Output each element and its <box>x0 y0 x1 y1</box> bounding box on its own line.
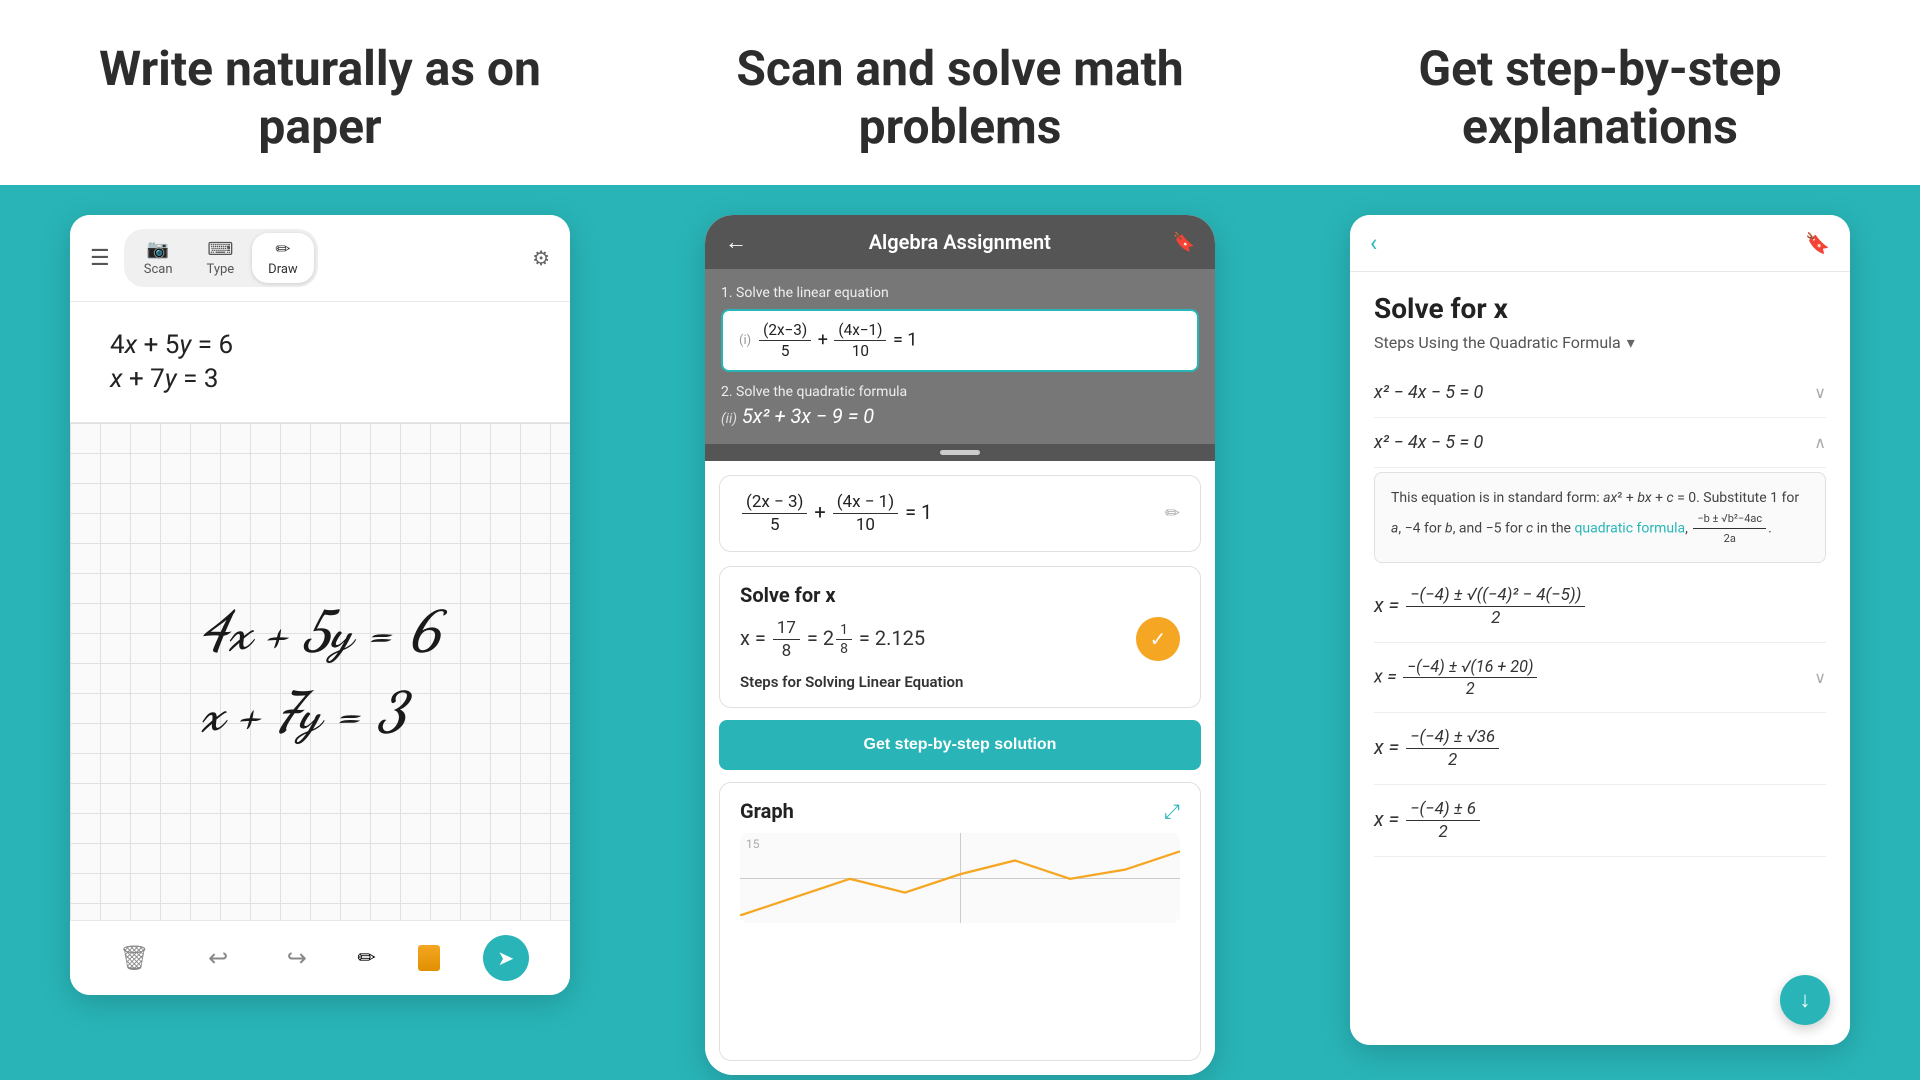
solve-for-title: Solve for x <box>1374 292 1826 325</box>
step-solution-button[interactable]: Get step-by-step solution <box>719 720 1201 770</box>
col3-title: Get step-by-step explanations <box>1320 40 1880 155</box>
col3-body: ‹ 🔖 Solve for x Steps Using the Quadrati… <box>1280 185 1920 1080</box>
graph-card: Graph ⤢ 15 <box>719 782 1201 1061</box>
dropdown-arrow-icon: ▾ <box>1627 333 1635 352</box>
undo-button[interactable]: ↩ <box>200 940 236 977</box>
chevron-down-icon-4: ∨ <box>1814 668 1826 687</box>
steps-nav: ‹ 🔖 <box>1350 215 1850 272</box>
menu-icon: ☰ <box>90 246 110 271</box>
canvas-area[interactable]: 4x + 5y = 6 x + 7y = 3 <box>70 423 570 920</box>
send-button[interactable]: ➤ <box>483 935 529 981</box>
step-row-4[interactable]: x = −(−4) ± √(16 + 20)2 ∨ <box>1374 643 1826 713</box>
drag-pill <box>940 450 980 455</box>
steps-card: ‹ 🔖 Solve for x Steps Using the Quadrati… <box>1350 215 1850 1045</box>
col2-header: Scan and solve math problems <box>640 0 1280 185</box>
scan-icon: 📷 <box>147 239 169 260</box>
problem2-eq: (ii) 5x² + 3x − 9 = 0 <box>721 404 1199 428</box>
step-eq-3: x = −(−4) ± √((−4)² − 4(−5))2 <box>1374 571 1826 643</box>
type-icon: ⌨ <box>207 239 233 260</box>
scroll-down-button[interactable]: ↓ <box>1780 975 1830 1025</box>
draw-label: Draw <box>268 262 298 277</box>
edit-icon: ✏ <box>1165 503 1180 524</box>
draw-pill[interactable]: ✏ Draw <box>252 233 314 283</box>
col1-title: Write naturally as on paper <box>40 40 600 155</box>
steps-dropdown[interactable]: Steps Using the Quadratic Formula ▾ <box>1374 333 1826 352</box>
typed-equations: 4x + 5y = 6 x + 7y = 3 <box>70 302 570 423</box>
steps-content: Solve for x Steps Using the Quadratic Fo… <box>1350 272 1850 1045</box>
typed-eq1: 4x + 5y = 6 <box>110 330 530 360</box>
typed-eq2: x + 7y = 3 <box>110 364 530 394</box>
step-eq-6: x = −(−4) ± 62 <box>1374 785 1826 857</box>
graph-curve <box>740 833 1180 916</box>
solve-card: Solve for x x = 178 = 218 = 2.125 ✓ Step… <box>719 566 1201 708</box>
bookmark-button[interactable]: 🔖 <box>1173 232 1195 253</box>
step-eq-1: x² − 4x − 5 = 0 <box>1374 382 1483 403</box>
type-label: Type <box>207 262 235 277</box>
bottom-toolbar: 🗑 ↩ ↪ ✏ ➤ <box>70 920 570 995</box>
toolbar-left: ☰ 📷 Scan ⌨ Type ✏ Draw <box>90 229 318 287</box>
result-equation-card: (2x − 3) 5 + (4x − 1) 10 = 1 ✏ <box>719 475 1201 552</box>
solve-equation: x = 178 = 218 = 2.125 <box>740 618 925 661</box>
col3-header: Get step-by-step explanations <box>1280 0 1920 185</box>
step-row-2[interactable]: x² − 4x − 5 = 0 ∧ <box>1374 418 1826 468</box>
pencil-icon: ✏ <box>357 946 375 971</box>
bookmark-icon[interactable]: 🔖 <box>1805 231 1830 255</box>
problem1-num: (i) <box>739 333 751 348</box>
handwritten-eq2: x + 7y = 3 <box>200 672 440 753</box>
problem1-label: 1. Solve the linear equation <box>721 285 1199 301</box>
scan-pill[interactable]: 📷 Scan <box>128 233 189 283</box>
toolbar: ☰ 📷 Scan ⌨ Type ✏ Draw <box>70 215 570 302</box>
phone-title: Algebra Assignment <box>747 230 1173 254</box>
column-scan: Scan and solve math problems ← Algebra A… <box>640 0 1280 1080</box>
results-area: (2x − 3) 5 + (4x − 1) 10 = 1 ✏ Solve for… <box>705 461 1215 1075</box>
problem1-equation: (i) (2x−3) 5 + (4x−1) 10 = 1 <box>721 309 1199 372</box>
redo-button[interactable]: ↪ <box>279 940 315 977</box>
step-row-2-container: x² − 4x − 5 = 0 ∧ This equation is in st… <box>1374 418 1826 563</box>
drag-indicator <box>705 444 1215 461</box>
problem2-label: 2. Solve the quadratic formula <box>721 384 1199 400</box>
step-eq-5: x = −(−4) ± √362 <box>1374 713 1826 785</box>
col1-header: Write naturally as on paper <box>0 0 640 185</box>
expanded-explanation: This equation is in standard form: ax² +… <box>1374 472 1826 563</box>
scan-card: ← Algebra Assignment 🔖 1. Solve the line… <box>705 215 1215 1075</box>
solve-card-title: Solve for x <box>740 583 1180 607</box>
col2-body: ← Algebra Assignment 🔖 1. Solve the line… <box>640 185 1280 1080</box>
solve-result-row: x = 178 = 218 = 2.125 ✓ <box>740 617 1180 661</box>
expand-icon[interactable]: ⤢ <box>1164 799 1180 823</box>
type-pill[interactable]: ⌨ Type <box>191 233 251 283</box>
handwritten-eq1: 4x + 5y = 6 <box>200 591 440 672</box>
graph-title: Graph <box>740 799 794 823</box>
result-equation: (2x − 3) 5 + (4x − 1) 10 = 1 <box>740 492 932 535</box>
scan-label: Scan <box>144 262 173 277</box>
graph-header: Graph ⤢ <box>740 799 1180 823</box>
steps-link[interactable]: Steps for Solving Linear Equation <box>740 673 1180 691</box>
back-icon[interactable]: ‹ <box>1370 229 1377 257</box>
column-write: Write naturally as on paper ☰ 📷 Scan ⌨ T… <box>0 0 640 1080</box>
col1-body: ☰ 📷 Scan ⌨ Type ✏ Draw <box>0 185 640 1080</box>
draw-icon: ✏ <box>275 239 290 260</box>
step-eq-4: x = −(−4) ± √(16 + 20)2 <box>1374 657 1539 698</box>
scan-area: 1. Solve the linear equation (i) (2x−3) … <box>705 269 1215 444</box>
graph-area: 15 <box>740 833 1180 923</box>
back-button[interactable]: ← <box>725 229 747 255</box>
column-steps: Get step-by-step explanations ‹ 🔖 Solve … <box>1280 0 1920 1080</box>
step-eq-2: x² − 4x − 5 = 0 <box>1374 432 1483 453</box>
toolbar-pills: 📷 Scan ⌨ Type ✏ Draw <box>124 229 318 287</box>
handwritten-equations: 4x + 5y = 6 x + 7y = 3 <box>180 581 460 763</box>
write-card: ☰ 📷 Scan ⌨ Type ✏ Draw <box>70 215 570 995</box>
chevron-up-icon-2: ∧ <box>1814 433 1826 452</box>
eraser-icon <box>418 945 440 971</box>
phone-nav-bar: ← Algebra Assignment 🔖 <box>705 215 1215 269</box>
trash-button[interactable]: 🗑 <box>111 940 157 977</box>
quadratic-formula-link[interactable]: quadratic formula <box>1574 520 1685 536</box>
check-icon: ✓ <box>1136 617 1180 661</box>
settings-button[interactable]: ⚙ <box>532 246 550 271</box>
steps-using-label: Steps Using the Quadratic Formula <box>1374 333 1621 352</box>
step-row-1[interactable]: x² − 4x − 5 = 0 ∨ <box>1374 368 1826 418</box>
col2-title: Scan and solve math problems <box>680 40 1240 155</box>
problem1-eq: (2x−3) 5 + (4x−1) 10 = 1 <box>757 321 917 360</box>
chevron-down-icon-1: ∨ <box>1814 383 1826 402</box>
